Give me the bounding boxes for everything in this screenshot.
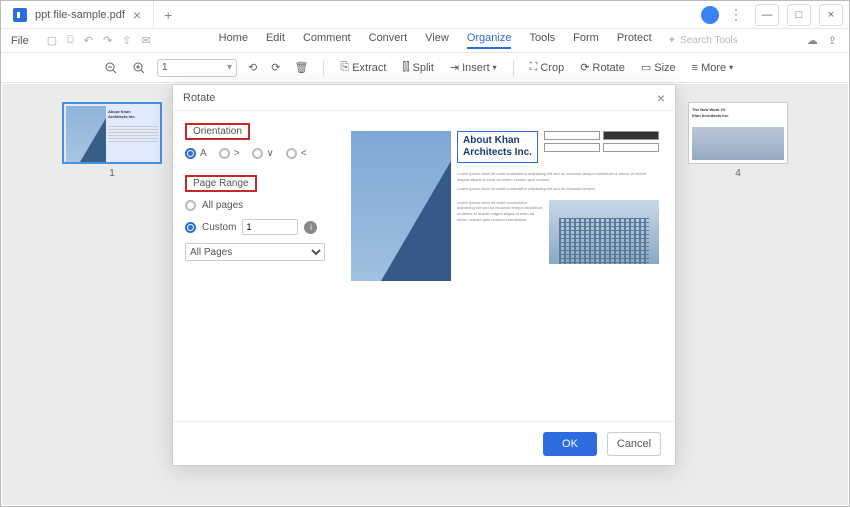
user-avatar-icon[interactable] [701, 6, 719, 24]
menu-comment[interactable]: Comment [303, 32, 351, 49]
insert-button[interactable]: ⇥Insert▾ [446, 61, 501, 74]
preview-title: About Khan Architects Inc. [457, 131, 538, 163]
split-button[interactable]: ⫿⫿Split [398, 61, 437, 74]
app-icon [13, 8, 27, 22]
upload-icon[interactable]: ⇪ [828, 34, 837, 47]
zoom-in-icon[interactable] [129, 61, 149, 75]
main-menu: Home Edit Comment Convert View Organize … [219, 32, 652, 49]
menu-edit[interactable]: Edit [266, 32, 285, 49]
more-button[interactable]: ≡More▾ [688, 62, 738, 74]
dialog-title: Rotate [183, 92, 215, 104]
orient-option-left[interactable]: < [286, 148, 307, 159]
rotate-left-icon[interactable]: ⟲ [245, 61, 260, 74]
rotate-dialog: Rotate × Orientation A > ∨ < Page Range … [172, 84, 676, 466]
thumbnail-page-4[interactable]: The New Work Of Klan Architects Inc. 4 [688, 102, 788, 179]
menu-tools[interactable]: Tools [529, 32, 555, 49]
share-icon[interactable]: ⇧ [122, 34, 131, 47]
zoom-out-icon[interactable] [101, 61, 121, 75]
page-scope-select[interactable]: All Pages [185, 243, 325, 261]
orientation-label: Orientation [185, 123, 250, 140]
rotate-button[interactable]: ⟳Rotate [576, 61, 629, 74]
preview-badges [544, 131, 659, 163]
menubar: File ▢ ⌼ ↶ ↷ ⇧ ✉ Home Edit Comment Conve… [1, 29, 849, 53]
wand-icon: ✦ [668, 35, 676, 46]
cloud-icon[interactable]: ☁ [807, 34, 818, 47]
close-tab-icon[interactable]: × [133, 7, 141, 23]
document-tab[interactable]: ppt file-sample.pdf × [1, 1, 154, 28]
maximize-button[interactable]: □ [787, 4, 811, 26]
range-all-pages[interactable]: All pages [185, 200, 331, 211]
mail-icon[interactable]: ✉ [141, 34, 150, 47]
menu-form[interactable]: Form [573, 32, 599, 49]
orient-option-right[interactable]: > [219, 148, 240, 159]
thumb-number: 1 [109, 168, 115, 179]
thumb-number: 4 [735, 168, 741, 179]
workspace: About Khan Architects Inc. 1 The New Wor… [2, 84, 848, 505]
titlebar: ppt file-sample.pdf × + ⋮ — □ × [1, 1, 849, 29]
crop-button[interactable]: ⛶Crop [526, 61, 569, 74]
delete-icon[interactable]: 🗑 [291, 61, 311, 74]
menu-home[interactable]: Home [219, 32, 248, 49]
menu-organize[interactable]: Organize [467, 32, 512, 49]
custom-range-input[interactable] [242, 219, 298, 235]
minimize-button[interactable]: — [755, 4, 779, 26]
undo-icon[interactable]: ↶ [84, 34, 93, 47]
search-placeholder: Search Tools [680, 35, 738, 46]
dialog-close-icon[interactable]: × [657, 90, 665, 106]
range-custom[interactable]: Custom i [185, 219, 331, 235]
menu-convert[interactable]: Convert [369, 32, 408, 49]
preview-image-building [351, 131, 451, 281]
file-menu[interactable]: File [1, 35, 39, 47]
kebab-menu-icon[interactable]: ⋮ [725, 6, 747, 23]
rotate-preview: About Khan Architects Inc. Lorem ipsum d… [351, 131, 659, 281]
thumbnail-page-1[interactable]: About Khan Architects Inc. 1 [62, 102, 162, 179]
page-number-input[interactable]: 1▾ [157, 59, 237, 77]
cancel-button[interactable]: Cancel [607, 432, 661, 456]
page-range-label: Page Range [185, 175, 257, 192]
size-button[interactable]: ▭Size [637, 61, 680, 74]
preview-image-building-2 [549, 200, 659, 264]
redo-icon[interactable]: ↷ [103, 34, 112, 47]
orient-option-down[interactable]: ∨ [252, 148, 274, 159]
close-window-button[interactable]: × [819, 4, 843, 26]
menu-protect[interactable]: Protect [617, 32, 652, 49]
orient-option-up[interactable]: A [185, 148, 207, 159]
menu-view[interactable]: View [425, 32, 449, 49]
rotate-right-icon[interactable]: ⟳ [268, 61, 283, 74]
extract-button[interactable]: ⎘Extract [336, 61, 390, 74]
organize-toolbar: 1▾ ⟲ ⟳ 🗑 ⎘Extract ⫿⫿Split ⇥Insert▾ ⛶Crop… [1, 53, 849, 83]
add-tab-icon[interactable]: + [154, 7, 182, 23]
info-icon[interactable]: i [304, 221, 317, 234]
ok-button[interactable]: OK [543, 432, 597, 456]
save-icon[interactable]: ▢ [47, 34, 57, 47]
search-tools[interactable]: ✦ Search Tools [668, 35, 738, 46]
print-icon[interactable]: ⌼ [67, 34, 74, 47]
tab-filename: ppt file-sample.pdf [35, 9, 125, 21]
